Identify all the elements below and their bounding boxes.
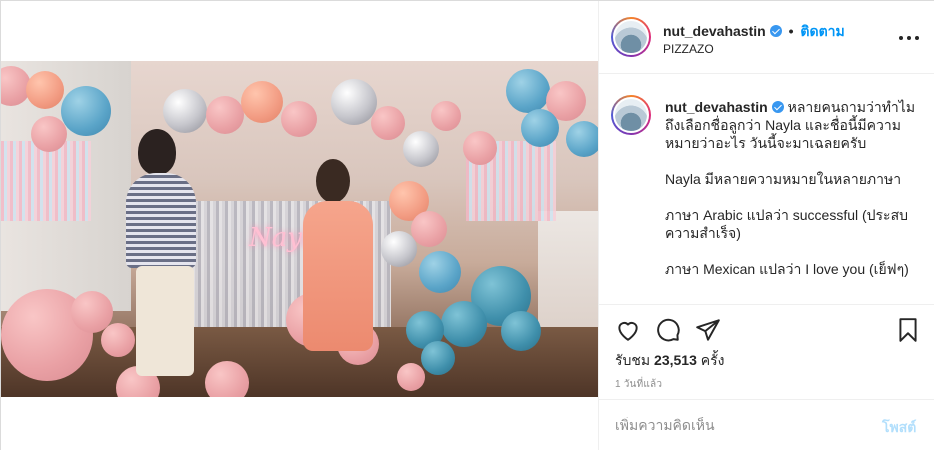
balloon — [421, 341, 455, 375]
balloon — [101, 323, 135, 357]
balloon — [205, 361, 249, 397]
username-link[interactable]: nut_devahastin — [663, 23, 766, 39]
man-figure-head — [138, 129, 176, 175]
caption-line: ภาษา Mexican แปลว่า I love you (เย็ฟๆ) — [665, 261, 909, 277]
more-options-icon[interactable] — [899, 31, 919, 45]
balloon — [501, 311, 541, 351]
balloon — [331, 79, 377, 125]
view-count: รับชม 23,513 ครั้ง — [615, 350, 724, 372]
header-user-line: nut_devahastin • ติดตาม — [663, 21, 845, 43]
post-header: nut_devahastin • ติดตาม PIZZAZO — [599, 1, 934, 74]
caption-line: Nayla มีหลายความหมายในหลายภาษา — [665, 171, 902, 187]
woman-figure-head — [316, 159, 350, 203]
heart-icon[interactable] — [615, 317, 641, 343]
balloon — [397, 363, 425, 391]
balloon — [506, 69, 550, 113]
balloon — [31, 116, 67, 152]
caption-text: nut_devahastin หลายคนถามว่าทำไมถึงเลือกช… — [665, 98, 917, 296]
post-comment-button[interactable]: โพสต์ — [882, 417, 916, 439]
balloon — [441, 301, 487, 347]
comment-icon[interactable] — [655, 317, 681, 343]
views-prefix: รับชม — [615, 352, 651, 368]
balloon — [206, 96, 244, 134]
balloon — [403, 131, 439, 167]
man-figure-pants — [136, 266, 194, 376]
balloon — [431, 101, 461, 131]
post-timestamp[interactable]: 1 วันที่แล้ว — [615, 377, 662, 392]
balloon — [61, 86, 111, 136]
balloon — [381, 231, 417, 267]
verified-badge-icon — [771, 101, 784, 113]
woman-figure-dress — [303, 201, 373, 351]
comment-input[interactable] — [615, 417, 855, 433]
views-number: 23,513 — [654, 352, 697, 368]
balloon — [163, 89, 207, 133]
bookmark-icon[interactable] — [895, 317, 921, 343]
caption-area: nut_devahastin หลายคนถามว่าทำไมถึงเลือกช… — [599, 75, 934, 305]
share-icon[interactable] — [695, 317, 721, 343]
location-link[interactable]: PIZZAZO — [663, 42, 714, 56]
balloon — [419, 251, 461, 293]
balloon — [463, 131, 497, 165]
balloon — [521, 109, 559, 147]
views-suffix: ครั้ง — [700, 352, 725, 368]
caption-line: ภาษา Arabic แปลว่า successful (ประสบความ… — [665, 207, 909, 241]
balloon — [411, 211, 447, 247]
info-pane: nut_devahastin • ติดตาม PIZZAZO nut_deva… — [598, 1, 934, 450]
verified-badge-icon — [769, 25, 782, 37]
media-pane: Nayla — [1, 1, 598, 450]
post-container: Nayla nut_devahastin • ติดตาม PIZZAZO nu… — [0, 0, 934, 450]
balloon — [26, 71, 64, 109]
balloon — [371, 106, 405, 140]
separator: • — [788, 23, 794, 39]
avatar[interactable] — [611, 17, 651, 57]
post-video[interactable]: Nayla — [1, 61, 598, 397]
comment-box: โพสต์ — [599, 399, 934, 450]
follow-button[interactable]: ติดตาม — [800, 23, 844, 39]
avatar[interactable] — [611, 95, 651, 135]
balloon — [281, 101, 317, 137]
balloon — [566, 121, 598, 157]
tassel-decoration — [1, 141, 91, 221]
man-figure-shirt — [126, 173, 196, 268]
caption-username-link[interactable]: nut_devahastin — [665, 99, 768, 115]
balloon — [241, 81, 283, 123]
